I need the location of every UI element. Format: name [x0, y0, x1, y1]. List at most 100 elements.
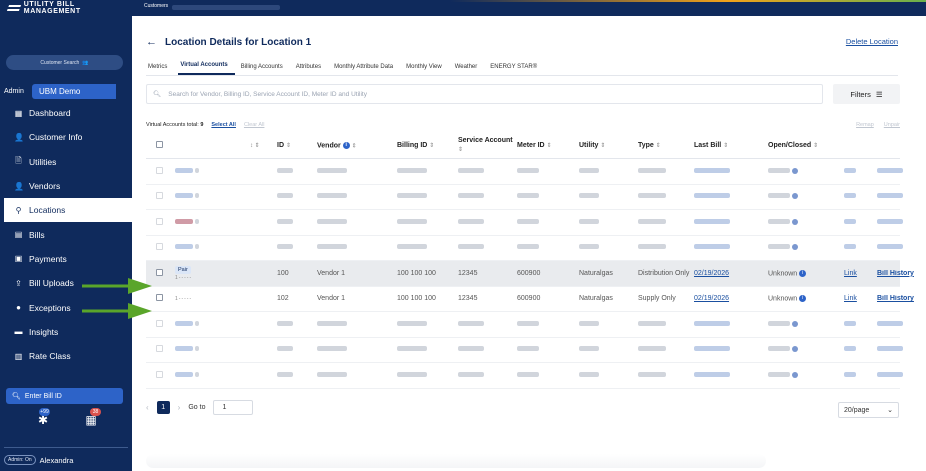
calendar-icon[interactable]: ▦ 38: [84, 408, 101, 429]
delete-location-link[interactable]: Delete Location: [846, 37, 898, 46]
table-row-redacted[interactable]: [146, 312, 903, 338]
per-page-select[interactable]: 20/page ⌄: [838, 402, 899, 418]
redacted-cell: [575, 167, 634, 175]
header-billing-id[interactable]: Billing ID ⇕: [393, 142, 454, 149]
redacted-cell: [764, 346, 840, 353]
header-utility[interactable]: Utility ⇕: [575, 142, 634, 149]
info-icon[interactable]: i: [799, 269, 807, 277]
search-input[interactable]: 🔍︎ Search for Vendor, Billing ID, Servic…: [146, 84, 823, 104]
redacted-cell: [764, 320, 840, 328]
sidebar-item-bill-uploads[interactable]: ⇪ Bill Uploads: [0, 271, 132, 295]
header-meter-id[interactable]: Meter ID ⇕: [513, 142, 575, 149]
row-select-checkbox[interactable]: [146, 294, 171, 303]
tasks-icon[interactable]: ✱ +99: [36, 408, 50, 429]
back-arrow-icon[interactable]: ←: [146, 36, 157, 48]
link-link[interactable]: Link: [844, 270, 857, 277]
next-page-icon[interactable]: ›: [178, 403, 181, 412]
redacted-cell: [393, 193, 454, 200]
table-row-redacted[interactable]: [146, 159, 903, 185]
user-name: Alexandra: [39, 455, 74, 465]
prev-page-icon[interactable]: ‹: [146, 403, 149, 412]
redacted-cell: [764, 167, 840, 175]
table-row-redacted[interactable]: [146, 338, 903, 363]
user-row[interactable]: Admin: On Alexandra: [4, 455, 73, 465]
header-id[interactable]: ID ⇕: [273, 142, 313, 149]
sidebar-item-exceptions[interactable]: ● Exceptions: [0, 295, 132, 319]
redacted-cell: [454, 320, 513, 328]
brand[interactable]: UTILITY BILL MANAGEMENT: [0, 0, 132, 16]
billing-id-cell: 100 100 100: [397, 269, 436, 277]
tab-virtual-accounts[interactable]: Virtual Accounts: [178, 62, 235, 75]
header-last-bill[interactable]: Last Bill ⇕: [690, 142, 764, 149]
header-service-account[interactable]: Service Account ⇕: [454, 136, 513, 155]
page-button-current[interactable]: 1: [156, 401, 170, 414]
header-meter-id-label: Meter ID: [517, 142, 545, 149]
select-all-link[interactable]: Select All: [211, 122, 236, 128]
tab-metrics[interactable]: Metrics: [146, 64, 174, 75]
table-row[interactable]: 1----- 102 Vendor 1 100 100 100 12345 600900 N…: [146, 287, 914, 312]
person-icon: 👤: [14, 181, 24, 191]
sidebar-nav: ▦ Dashboard 👤 Customer Info 🗎 Utilities 👤 Vendo…: [0, 101, 132, 368]
header-open-closed[interactable]: Open/Closed ⇕: [764, 142, 840, 149]
customer-search-button[interactable]: Customer Search 👥: [6, 55, 123, 70]
enter-bill-id-input[interactable]: 🔍︎ Enter Bill ID: [6, 388, 123, 404]
utility-icon: 🗎: [15, 155, 22, 165]
sidebar-item-insights[interactable]: ▬ Insights: [0, 320, 132, 344]
page-title-prefix: Location Details for: [165, 36, 259, 48]
header-sort-toggle[interactable]: ↕ ⇕: [246, 142, 273, 149]
org-name[interactable]: UBM Demo: [32, 84, 116, 99]
redacted-cell: [454, 371, 513, 379]
tab-monthly-view[interactable]: Monthly View: [404, 64, 449, 75]
clear-all-link[interactable]: Clear All: [244, 122, 264, 128]
link-link[interactable]: Link: [844, 295, 857, 302]
sidebar-item-bills[interactable]: ▤ Bills: [0, 222, 132, 246]
pair-badge[interactable]: Pair: [175, 265, 191, 274]
sidebar-item-dashboard[interactable]: ▦ Dashboard: [0, 101, 132, 125]
remap-link[interactable]: Remap: [856, 122, 874, 128]
header-vendor[interactable]: Vendor i ⇕: [313, 141, 393, 149]
sidebar-item-rate-class[interactable]: ▥ Rate Class: [0, 344, 132, 368]
sidebar-item-payments[interactable]: ▣ Payments: [0, 247, 132, 271]
table-row-redacted[interactable]: [146, 185, 903, 210]
last-bill-link[interactable]: 02/19/2026: [694, 270, 729, 277]
unpair-link[interactable]: Unpair: [884, 122, 900, 128]
top-bar: Customers: [132, 0, 926, 16]
sidebar-item-label: Dashboard: [29, 108, 71, 119]
sidebar-item-locations[interactable]: ⚲ Locations: [4, 198, 132, 223]
redacted-cell: [840, 320, 873, 328]
goto-label: Go to: [188, 404, 206, 411]
info-icon[interactable]: i: [799, 295, 807, 303]
bill-history-link[interactable]: Bill History: [877, 295, 914, 302]
table-row-redacted[interactable]: [146, 363, 903, 389]
row-select-checkbox[interactable]: [146, 268, 171, 278]
insights-icon: ▬: [14, 327, 23, 337]
header-select-checkbox[interactable]: [146, 141, 171, 150]
sidebar-item-vendors[interactable]: 👤 Vendors: [0, 174, 132, 198]
tab-weather[interactable]: Weather: [453, 64, 485, 75]
sidebar-item-customer-info[interactable]: 👤 Customer Info: [0, 125, 132, 149]
filters-button[interactable]: Filters ☰: [833, 84, 900, 104]
breadcrumb[interactable]: Customers: [144, 3, 168, 9]
table-row[interactable]: Pair 1----- 100 Vendor 1 100 100 100 12345 600…: [146, 261, 914, 287]
type-cell: Distribution Only: [638, 269, 690, 277]
tab-energy-star[interactable]: ENERGY STAR®: [488, 64, 544, 75]
sidebar-item-utilities[interactable]: 🗎 Utilities: [0, 150, 132, 174]
table-row-redacted[interactable]: [146, 210, 903, 236]
tab-attributes[interactable]: Attributes: [294, 64, 328, 75]
search-icon: 🔍︎: [12, 393, 21, 400]
table-header: ↕ ⇕ ID ⇕ Vendor i ⇕ Billing ID ⇕ Service…: [146, 133, 900, 159]
org-switcher[interactable]: Admin UBM Demo: [0, 84, 132, 99]
redacted-cell: [690, 244, 764, 251]
goto-page-input[interactable]: 1: [213, 400, 254, 415]
table-row-redacted[interactable]: [146, 236, 903, 261]
tab-monthly-attribute-data[interactable]: Monthly Attribute Data: [332, 64, 400, 75]
tab-billing-accounts[interactable]: Billing Accounts: [239, 64, 290, 75]
header-id-label: ID: [277, 142, 284, 149]
last-bill-link[interactable]: 02/19/2026: [694, 295, 729, 302]
tasks-badge: +99: [39, 408, 50, 416]
virtual-accounts-summary: Virtual Accounts total: 9 Select All Cle…: [146, 122, 264, 128]
bill-history-link[interactable]: Bill History: [877, 270, 914, 277]
admin-mode-pill[interactable]: Admin: On: [4, 455, 36, 465]
sub-dash: 1-----: [175, 274, 193, 281]
header-type[interactable]: Type ⇕: [634, 142, 690, 149]
